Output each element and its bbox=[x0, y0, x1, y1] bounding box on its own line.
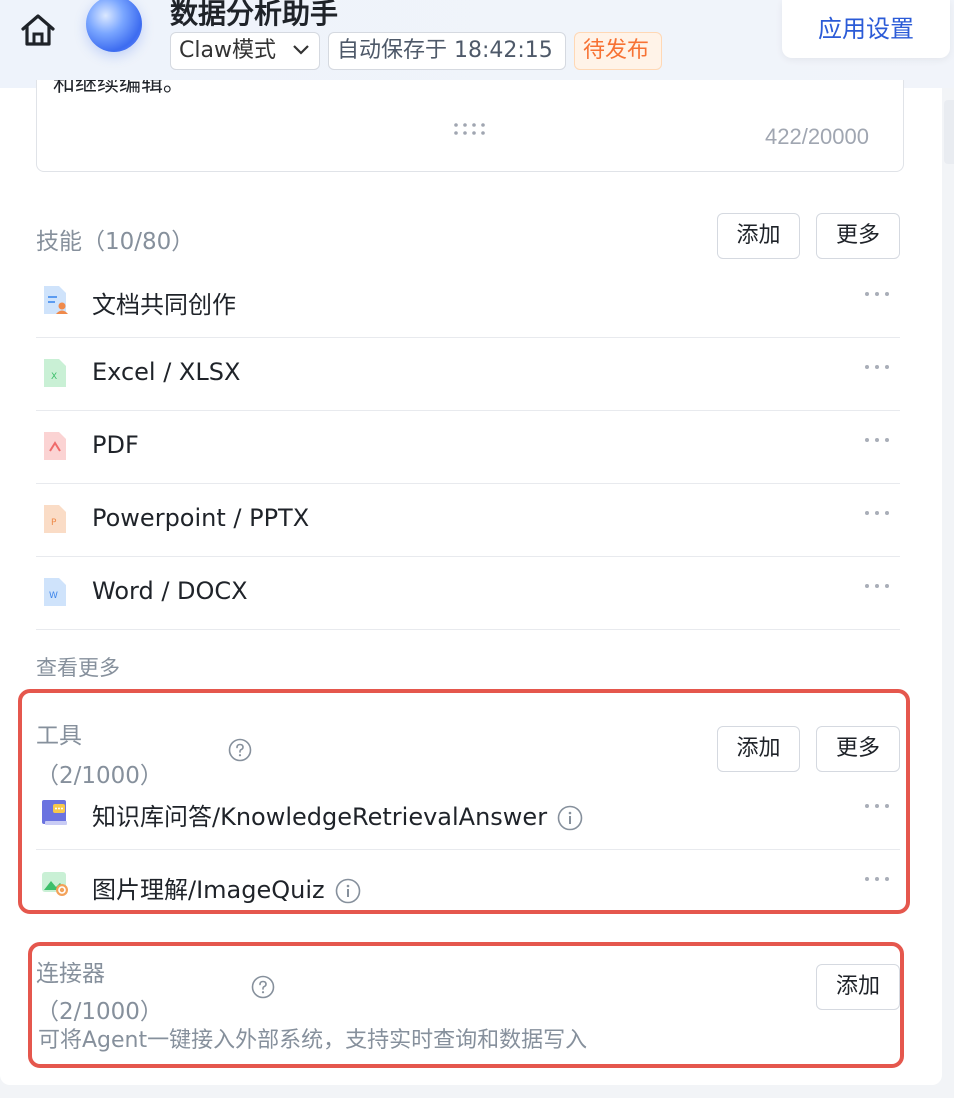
skill-item[interactable]: P Powerpoint / PPTX bbox=[36, 484, 900, 557]
more-options-icon[interactable] bbox=[864, 435, 890, 445]
tools-more-button[interactable]: 更多 bbox=[816, 726, 900, 772]
skills-more-button[interactable]: 更多 bbox=[816, 213, 900, 259]
status-badge: 待发布 bbox=[574, 32, 662, 70]
help-icon[interactable] bbox=[251, 975, 275, 999]
more-options-icon[interactable] bbox=[864, 362, 890, 372]
connectors-count: （2/1000） bbox=[36, 999, 163, 1025]
chevron-down-icon bbox=[293, 45, 309, 55]
svg-text:W: W bbox=[49, 591, 58, 601]
info-icon[interactable] bbox=[557, 805, 583, 831]
app-settings-button[interactable]: 应用设置 bbox=[782, 0, 950, 58]
skill-item[interactable]: PDF bbox=[36, 411, 900, 484]
more-options-icon[interactable] bbox=[864, 289, 890, 299]
skill-label: Word / DOCX bbox=[92, 577, 248, 605]
top-bar: 数据分析助手 Claw模式 自动保存于 18:42:15 待发布 应用设置 bbox=[0, 0, 954, 88]
skill-label: PDF bbox=[92, 431, 139, 459]
knowledge-book-icon bbox=[42, 800, 67, 825]
more-options-icon[interactable] bbox=[864, 874, 890, 884]
connectors-add-button[interactable]: 添加 bbox=[816, 964, 900, 1010]
info-icon[interactable] bbox=[335, 878, 361, 904]
tools-title: 工具 bbox=[36, 723, 82, 749]
word-file-icon: W bbox=[44, 578, 66, 606]
see-more-link[interactable]: 查看更多 bbox=[36, 652, 120, 682]
skill-item[interactable]: X Excel / XLSX bbox=[36, 338, 900, 411]
skill-item[interactable]: W Word / DOCX bbox=[36, 557, 900, 630]
help-icon[interactable] bbox=[228, 738, 252, 762]
prompt-text: 和继续编辑。 bbox=[53, 80, 186, 97]
tools-add-button[interactable]: 添加 bbox=[717, 726, 800, 772]
tool-item[interactable]: 图片理解/ImageQuiz bbox=[36, 850, 900, 910]
connectors-title: 连接器 bbox=[36, 961, 105, 987]
autosave-status: 自动保存于 18:42:15 bbox=[328, 32, 566, 70]
app-avatar bbox=[86, 0, 142, 52]
connectors-description: 可将Agent一键接入外部系统，支持实时查询和数据写入 bbox=[38, 1028, 588, 1053]
excel-file-icon: X bbox=[44, 359, 66, 387]
more-options-icon[interactable] bbox=[864, 581, 890, 591]
skill-label: Powerpoint / PPTX bbox=[92, 504, 310, 532]
app-name: 数据分析助手 bbox=[170, 0, 339, 30]
tool-label: 图片理解/ImageQuiz bbox=[92, 876, 325, 904]
svg-text:P: P bbox=[51, 518, 57, 528]
skill-item[interactable]: 文档共同创作 bbox=[36, 265, 900, 338]
tool-item-name: 知识库问答/KnowledgeRetrievalAnswer bbox=[92, 797, 583, 832]
svg-text:X: X bbox=[51, 372, 57, 382]
skills-add-button[interactable]: 添加 bbox=[717, 213, 800, 259]
config-panel: 和继续编辑。 422/20000 技能（10/80） 添加 更多 文档共同创作 … bbox=[0, 80, 942, 1085]
home-icon[interactable] bbox=[18, 10, 58, 50]
tool-label: 知识库问答/KnowledgeRetrievalAnswer bbox=[92, 803, 548, 831]
tool-item[interactable]: 知识库问答/KnowledgeRetrievalAnswer bbox=[36, 777, 900, 850]
more-options-icon[interactable] bbox=[864, 508, 890, 518]
skill-label: Excel / XLSX bbox=[92, 358, 241, 386]
prompt-editor[interactable]: 和继续编辑。 422/20000 bbox=[36, 80, 904, 172]
image-understanding-icon bbox=[42, 872, 68, 896]
more-options-icon[interactable] bbox=[864, 801, 890, 811]
skills-title: 技能（10/80） bbox=[36, 229, 195, 255]
mode-label: Claw模式 bbox=[179, 38, 276, 63]
mode-select[interactable]: Claw模式 bbox=[170, 32, 320, 70]
doc-collab-icon bbox=[44, 286, 68, 314]
skill-label: 文档共同创作 bbox=[92, 291, 236, 319]
scrollbar[interactable] bbox=[944, 100, 954, 164]
drag-handle-icon[interactable] bbox=[453, 122, 489, 136]
tool-item-name: 图片理解/ImageQuiz bbox=[92, 870, 361, 905]
char-counter: 422/20000 bbox=[765, 124, 869, 149]
pdf-file-icon bbox=[44, 432, 66, 460]
ppt-file-icon: P bbox=[44, 505, 66, 533]
